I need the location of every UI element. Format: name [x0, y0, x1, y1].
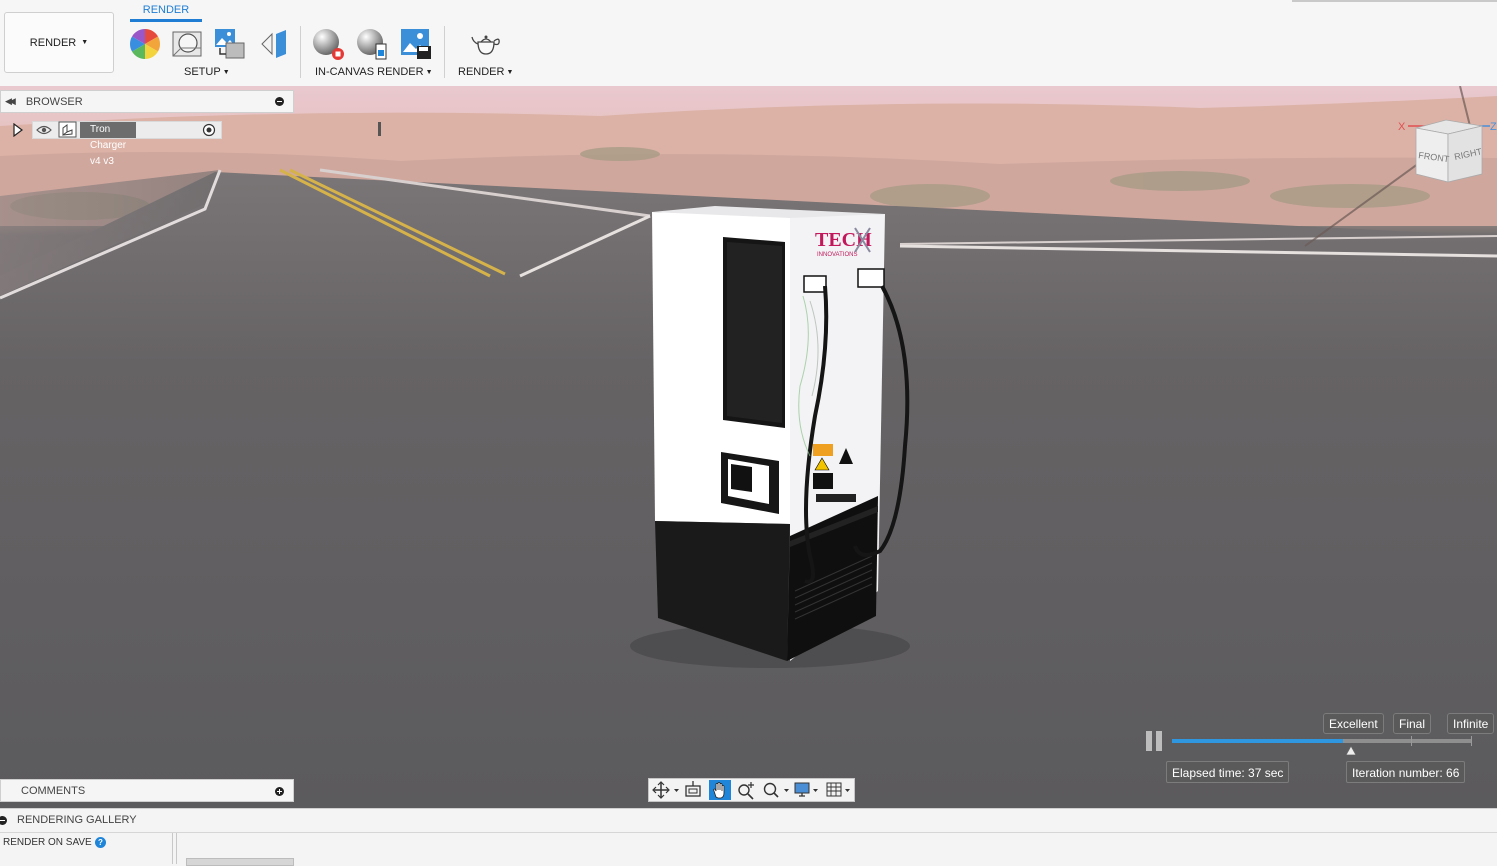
- window-edge: [1292, 0, 1497, 2]
- in-canvas-render-menu[interactable]: IN-CANVAS RENDER ▼: [315, 66, 433, 78]
- render-scene: TECH INNOVATIONS: [0, 86, 1497, 808]
- toolbar: RENDER ▼ RENDER SETUP ▼ IN-CANVAS RENDER…: [0, 0, 1497, 87]
- axis-z-label: Z: [1490, 121, 1497, 133]
- browser-panel-header: ◀◀ BROWSER: [0, 90, 294, 113]
- orbit-icon[interactable]: [651, 780, 681, 800]
- pause-render-button[interactable]: [1146, 731, 1164, 751]
- render-menu[interactable]: RENDER ▼: [458, 66, 513, 78]
- comments-panel-header: COMMENTS: [0, 779, 294, 802]
- add-comment-icon[interactable]: [275, 787, 284, 796]
- display-settings-icon[interactable]: [793, 780, 821, 800]
- tab-render[interactable]: RENDER: [130, 4, 202, 22]
- render-teapot-icon[interactable]: [470, 28, 502, 60]
- setup-menu[interactable]: SETUP ▼: [184, 66, 230, 78]
- axis-x-label: X: [1398, 121, 1406, 133]
- chevron-down-icon: ▼: [81, 39, 89, 46]
- comments-title: COMMENTS: [21, 785, 86, 797]
- grid-settings-icon[interactable]: [825, 780, 853, 800]
- look-at-icon[interactable]: [683, 780, 703, 800]
- charger-brand-sub: INNOVATIONS: [817, 252, 857, 258]
- toolbar-separator: [444, 26, 445, 78]
- render-on-save-label: RENDER ON SAVE: [3, 837, 92, 848]
- render-label: RENDER: [458, 66, 505, 78]
- quality-final-button[interactable]: Final: [1393, 713, 1432, 734]
- tree-item-label[interactable]: Tron Charger v4 v3: [80, 122, 137, 167]
- expand-arrow-icon[interactable]: [12, 123, 24, 137]
- collapse-panel-icon[interactable]: ◀◀: [5, 96, 16, 107]
- component-icon[interactable]: [58, 121, 77, 138]
- zoom-icon[interactable]: [735, 780, 757, 800]
- progress-tick: [1471, 736, 1472, 746]
- pause-bar: [1156, 731, 1162, 751]
- render-progress-fill: [1172, 739, 1343, 743]
- gallery-divider: [172, 833, 173, 864]
- rendering-gallery-header: RENDERING GALLERY: [0, 809, 1497, 833]
- texture-map-icon[interactable]: [214, 28, 246, 60]
- progress-tick: [1411, 736, 1412, 746]
- visibility-eye-icon[interactable]: [36, 124, 52, 136]
- navigation-bar: [648, 778, 855, 802]
- quality-infinite-button[interactable]: Infinite: [1447, 713, 1495, 734]
- appearance-icon[interactable]: [129, 28, 161, 60]
- help-icon[interactable]: ?: [95, 837, 106, 848]
- chevron-down-icon: ▼: [222, 69, 230, 76]
- charger-model: TECH INNOVATIONS: [652, 206, 910, 661]
- fit-zoom-icon[interactable]: [761, 780, 791, 800]
- setup-label: SETUP: [184, 66, 221, 78]
- chevron-down-icon: ▼: [506, 69, 514, 76]
- render-progress-track: [1172, 736, 1472, 746]
- toolbar-separator: [300, 26, 301, 78]
- workspace-switcher-button[interactable]: RENDER ▼: [4, 12, 114, 73]
- canvas-viewport[interactable]: TECH INNOVATIONS: [0, 86, 1497, 808]
- quality-excellent-button[interactable]: Excellent: [1323, 713, 1384, 734]
- workspace-label: RENDER: [29, 36, 77, 49]
- capture-image-icon[interactable]: [400, 28, 432, 60]
- gallery-divider: [176, 833, 177, 864]
- quality-marker-icon[interactable]: [1346, 746, 1356, 755]
- minimize-panel-icon[interactable]: [275, 97, 284, 106]
- in-canvas-render-label: IN-CANVAS RENDER: [315, 66, 424, 78]
- rendering-gallery: RENDERING GALLERY RENDER ON SAVE ?: [0, 808, 1497, 866]
- activate-radio-icon[interactable]: [202, 123, 216, 137]
- pan-hand-icon[interactable]: [709, 780, 731, 800]
- scene-settings-icon[interactable]: [171, 28, 203, 60]
- decal-icon[interactable]: [258, 28, 290, 60]
- rendering-gallery-title: RENDERING GALLERY: [17, 814, 137, 826]
- pause-bar: [1146, 731, 1152, 751]
- iteration-number-readout: Iteration number: 66: [1346, 761, 1466, 783]
- elapsed-time-readout: Elapsed time: 37 sec: [1166, 761, 1290, 783]
- viewcube[interactable]: X Z FRONT RIGHT: [1398, 112, 1497, 192]
- chevron-down-icon: ▼: [425, 69, 433, 76]
- gallery-thumbnail[interactable]: [186, 858, 294, 866]
- collapse-gallery-icon[interactable]: [0, 816, 7, 825]
- in-canvas-render-settings-icon[interactable]: [356, 28, 388, 60]
- in-canvas-render-icon[interactable]: [312, 28, 344, 60]
- browser-title: BROWSER: [25, 95, 83, 108]
